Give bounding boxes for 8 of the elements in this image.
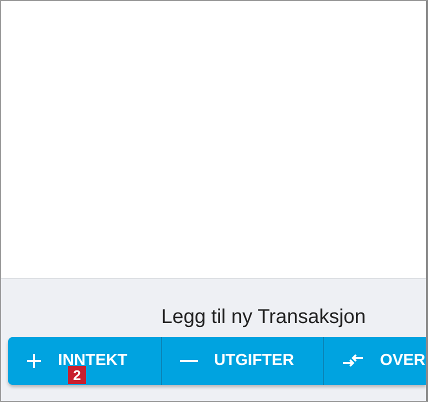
plus-button[interactable]: INNTEKT 2 [8, 337, 162, 385]
plus-icon [26, 353, 42, 369]
transfer-button[interactable]: OVER [324, 337, 426, 385]
transfer-icon [342, 353, 364, 369]
footer-title: Legg til ny Transaksjon [161, 305, 366, 329]
callout-badge: 2 [68, 366, 86, 384]
minus-button[interactable]: UTGIFTER [162, 337, 324, 385]
minus-icon [180, 359, 198, 363]
